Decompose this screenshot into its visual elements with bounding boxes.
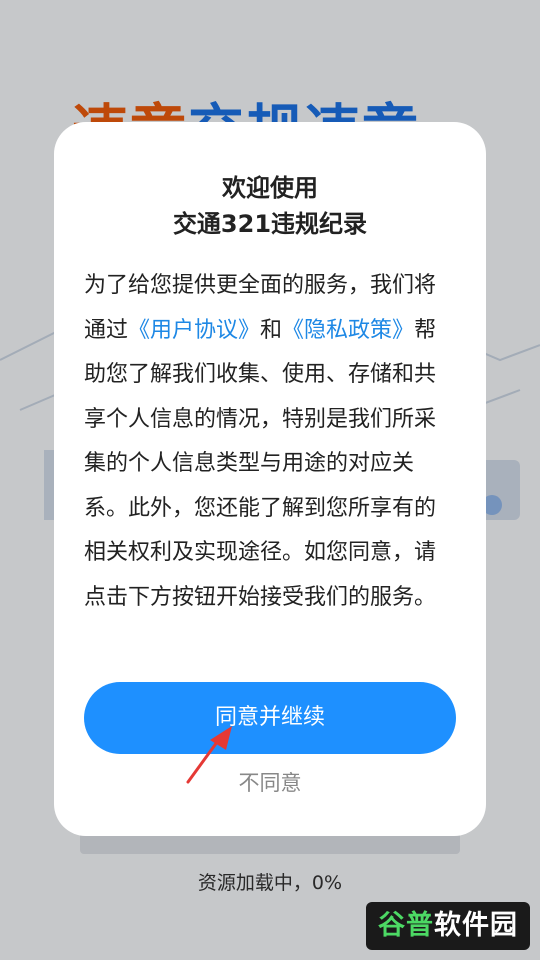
watermark-logo: 谷普软件园 (366, 902, 530, 950)
watermark-part-b: 软件园 (434, 910, 518, 941)
privacy-consent-dialog: 欢迎使用 交通321违规纪录 为了给您提供更全面的服务，我们将通过《用户协议》和… (54, 122, 486, 836)
agree-and-continue-button[interactable]: 同意并继续 (84, 682, 456, 754)
dialog-title-line1: 欢迎使用 (222, 174, 318, 202)
body-text-main: 帮助您了解我们收集、使用、存储和共享个人信息的情况，特别是我们所采集的个人信息类… (84, 317, 437, 610)
red-arrow-icon (186, 726, 232, 784)
body-text-and: 和 (260, 317, 283, 343)
dialog-body-text: 为了给您提供更全面的服务，我们将通过《用户协议》和《隐私政策》帮助您了解我们收集… (84, 264, 456, 620)
disagree-button[interactable]: 不同意 (54, 766, 486, 800)
watermark-part-a: 谷普 (378, 910, 434, 941)
privacy-policy-link[interactable]: 《隐私政策》 (282, 318, 414, 343)
dialog-title-line2: 交通321违规纪录 (172, 210, 368, 238)
user-agreement-link[interactable]: 《用户协议》 (128, 318, 260, 343)
dialog-title: 欢迎使用 交通321违规纪录 (54, 170, 486, 242)
